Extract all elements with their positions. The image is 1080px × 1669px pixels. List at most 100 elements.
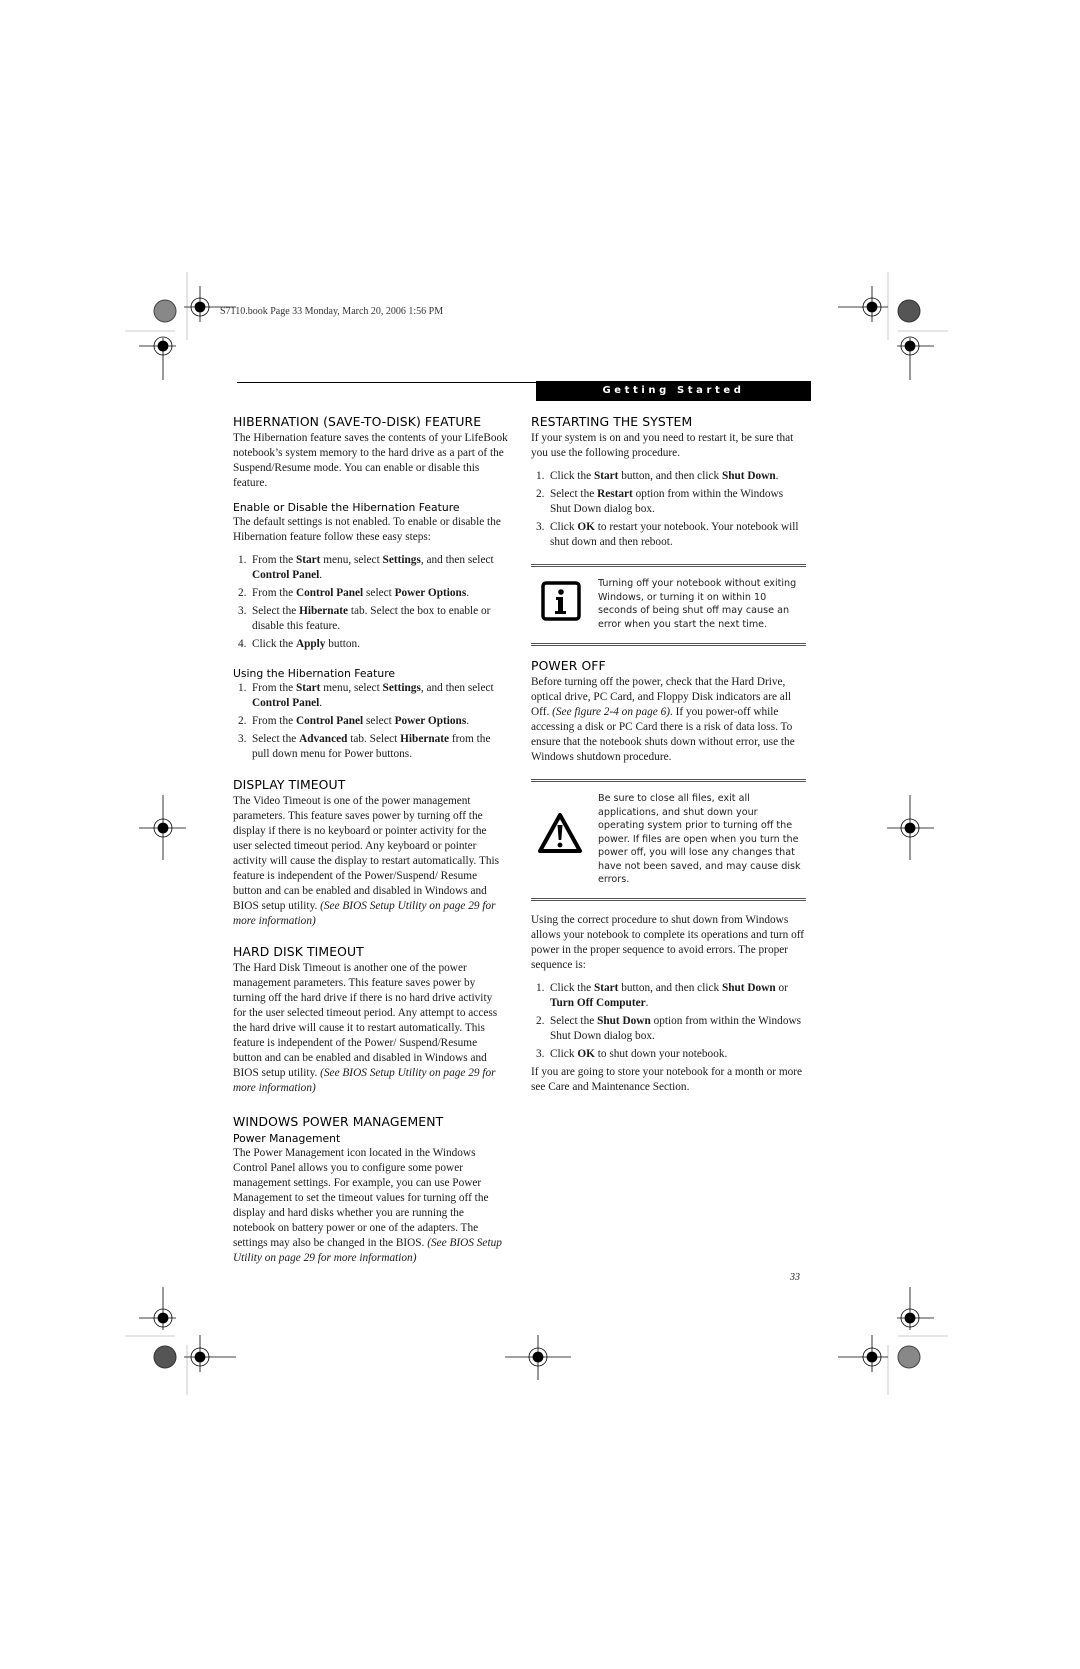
step-text: . bbox=[319, 569, 323, 581]
list-item: 1. From the Start menu, select Settings, … bbox=[233, 553, 508, 583]
step-text: Select the bbox=[252, 605, 300, 617]
ui-term: Hibernate bbox=[299, 605, 349, 617]
ui-term: Control Panel bbox=[295, 587, 364, 599]
ui-term: Control Panel bbox=[252, 569, 320, 581]
ui-term: Restart bbox=[597, 488, 633, 500]
restarting-steps: 1. Click the Start button, and then click… bbox=[531, 469, 806, 550]
hard-disk-timeout-text: The Hard Disk Timeout is another one of … bbox=[233, 962, 498, 1079]
info-note-text: Turning off your notebook without exitin… bbox=[598, 578, 797, 630]
enable-hibernation-intro: The default settings is not enabled. To … bbox=[233, 516, 501, 543]
power-off-intro: Before turning off the power, check that… bbox=[531, 675, 806, 765]
step-text: , and then select bbox=[420, 682, 494, 694]
step-number: 3. bbox=[238, 733, 247, 745]
step-text: Click the bbox=[550, 470, 594, 482]
header-rule bbox=[237, 382, 537, 383]
ui-term: Shut Down bbox=[597, 1015, 651, 1027]
list-item: 2. From the Control Panel select Power Op… bbox=[233, 586, 508, 601]
using-hibernation-steps: 1. From the Start menu, select Settings, … bbox=[233, 681, 508, 762]
step-text: button, and then click bbox=[618, 470, 722, 482]
step-number: 2. bbox=[238, 715, 247, 727]
step-text: button, and then click bbox=[618, 982, 722, 994]
step-number: 2. bbox=[238, 587, 247, 599]
ui-term: Turn Off Computer bbox=[550, 997, 646, 1009]
ui-term: Shut Down bbox=[721, 470, 776, 482]
storage-note: If you are going to store your notebook … bbox=[531, 1066, 803, 1093]
step-text: . bbox=[466, 587, 470, 599]
windows-power-management-section: WINDOWS POWER MANAGEMENT Power Managemen… bbox=[233, 1114, 508, 1266]
ui-term: Apply bbox=[295, 638, 326, 650]
step-text: Click the bbox=[550, 982, 594, 994]
list-item: 4. Click the Apply button. bbox=[233, 637, 508, 652]
step-text: From the bbox=[252, 587, 296, 599]
step-text: From the bbox=[252, 715, 296, 727]
list-item: 3. Click OK to shut down your notebook. bbox=[531, 1047, 806, 1062]
ui-term: Control Panel bbox=[295, 715, 364, 727]
step-number: 1. bbox=[536, 982, 545, 994]
windows-power-management-heading: WINDOWS POWER MANAGEMENT bbox=[233, 1114, 444, 1129]
page-number: 33 bbox=[790, 1272, 800, 1283]
list-item: 2. From the Control Panel select Power Op… bbox=[233, 714, 508, 729]
list-item: 1. Click the Start button, and then click… bbox=[531, 469, 806, 484]
step-text: Click the bbox=[252, 638, 296, 650]
step-text: Click bbox=[550, 1048, 578, 1060]
step-text: or bbox=[775, 982, 788, 994]
power-off-section: POWER OFF Before turning off the power, … bbox=[531, 658, 806, 1095]
info-note: Turning off your notebook without exitin… bbox=[531, 564, 806, 646]
ui-term: Start bbox=[593, 982, 619, 994]
warning-note: Be sure to close all files, exit all app… bbox=[531, 779, 806, 901]
step-text: to shut down your notebook. bbox=[594, 1048, 728, 1060]
step-text: From the bbox=[252, 554, 296, 566]
list-item: 1. Click the Start button, and then click… bbox=[531, 981, 806, 1011]
step-text: Click bbox=[550, 521, 578, 533]
hibernation-section: HIBERNATION (SAVE-TO-DISK) FEATURE The H… bbox=[233, 414, 508, 762]
step-number: 4. bbox=[238, 638, 247, 650]
display-timeout-text: The Video Timeout is one of the power ma… bbox=[233, 795, 500, 912]
print-slug: S7110.book Page 33 Monday, March 20, 200… bbox=[220, 306, 444, 317]
ui-term: Start bbox=[295, 554, 321, 566]
enable-hibernation-steps: 1. From the Start menu, select Settings, … bbox=[233, 553, 508, 652]
step-text: From the bbox=[252, 682, 296, 694]
ui-term: Start bbox=[593, 470, 619, 482]
ui-term: Advanced bbox=[299, 733, 348, 745]
list-item: 2. Select the Shut Down option from withi… bbox=[531, 1014, 806, 1044]
step-text: menu, select bbox=[320, 554, 383, 566]
step-text: . bbox=[645, 997, 649, 1009]
right-column: RESTARTING THE SYSTEM If your system is … bbox=[531, 414, 806, 1095]
step-number: 1. bbox=[536, 470, 545, 482]
ui-term: OK bbox=[577, 1048, 595, 1060]
step-text: Select the bbox=[252, 733, 300, 745]
hard-disk-timeout-section: HARD DISK TIMEOUT The Hard Disk Timeout … bbox=[233, 944, 508, 1096]
ui-term: Power Options bbox=[394, 587, 467, 599]
step-text: . bbox=[319, 697, 323, 709]
step-text: button. bbox=[325, 638, 360, 650]
shutdown-steps: 1. Click the Start button, and then click… bbox=[531, 981, 806, 1062]
warning-note-text: Be sure to close all files, exit all app… bbox=[598, 793, 801, 885]
power-off-heading: POWER OFF bbox=[531, 658, 606, 673]
step-text: tab. Select bbox=[347, 733, 401, 745]
restarting-section: RESTARTING THE SYSTEM If your system is … bbox=[531, 414, 806, 646]
hard-disk-timeout-body: The Hard Disk Timeout is another one of … bbox=[233, 961, 508, 1096]
hard-disk-timeout-heading: HARD DISK TIMEOUT bbox=[233, 944, 364, 959]
step-number: 3. bbox=[238, 605, 247, 617]
hibernation-intro: The Hibernation feature saves the conten… bbox=[233, 432, 508, 489]
ui-term: Settings bbox=[382, 554, 421, 566]
step-text: menu, select bbox=[320, 682, 383, 694]
list-item: 3. Select the Advanced tab. Select Hibern… bbox=[233, 732, 508, 762]
step-text: . bbox=[466, 715, 470, 727]
step-text: , and then select bbox=[420, 554, 494, 566]
shutdown-procedure-intro: Using the correct procedure to shut down… bbox=[531, 914, 805, 971]
power-management-text: The Power Management icon located in the… bbox=[233, 1147, 489, 1249]
display-timeout-body: The Video Timeout is one of the power ma… bbox=[233, 794, 508, 929]
step-text: Select the bbox=[550, 1015, 598, 1027]
step-text: select bbox=[363, 715, 395, 727]
ui-term: Settings bbox=[382, 682, 421, 694]
step-text: Select the bbox=[550, 488, 598, 500]
list-item: 3. Select the Hibernate tab. Select the b… bbox=[233, 604, 508, 634]
power-off-figure-reference: (See figure 2-4 on page 6) bbox=[552, 706, 670, 718]
step-number: 2. bbox=[536, 1015, 545, 1027]
using-hibernation-heading: Using the Hibernation Feature bbox=[233, 667, 396, 680]
restarting-intro: If your system is on and you need to res… bbox=[531, 432, 794, 459]
ui-term: OK bbox=[577, 521, 595, 533]
step-number: 2. bbox=[536, 488, 545, 500]
step-number: 3. bbox=[536, 521, 545, 533]
